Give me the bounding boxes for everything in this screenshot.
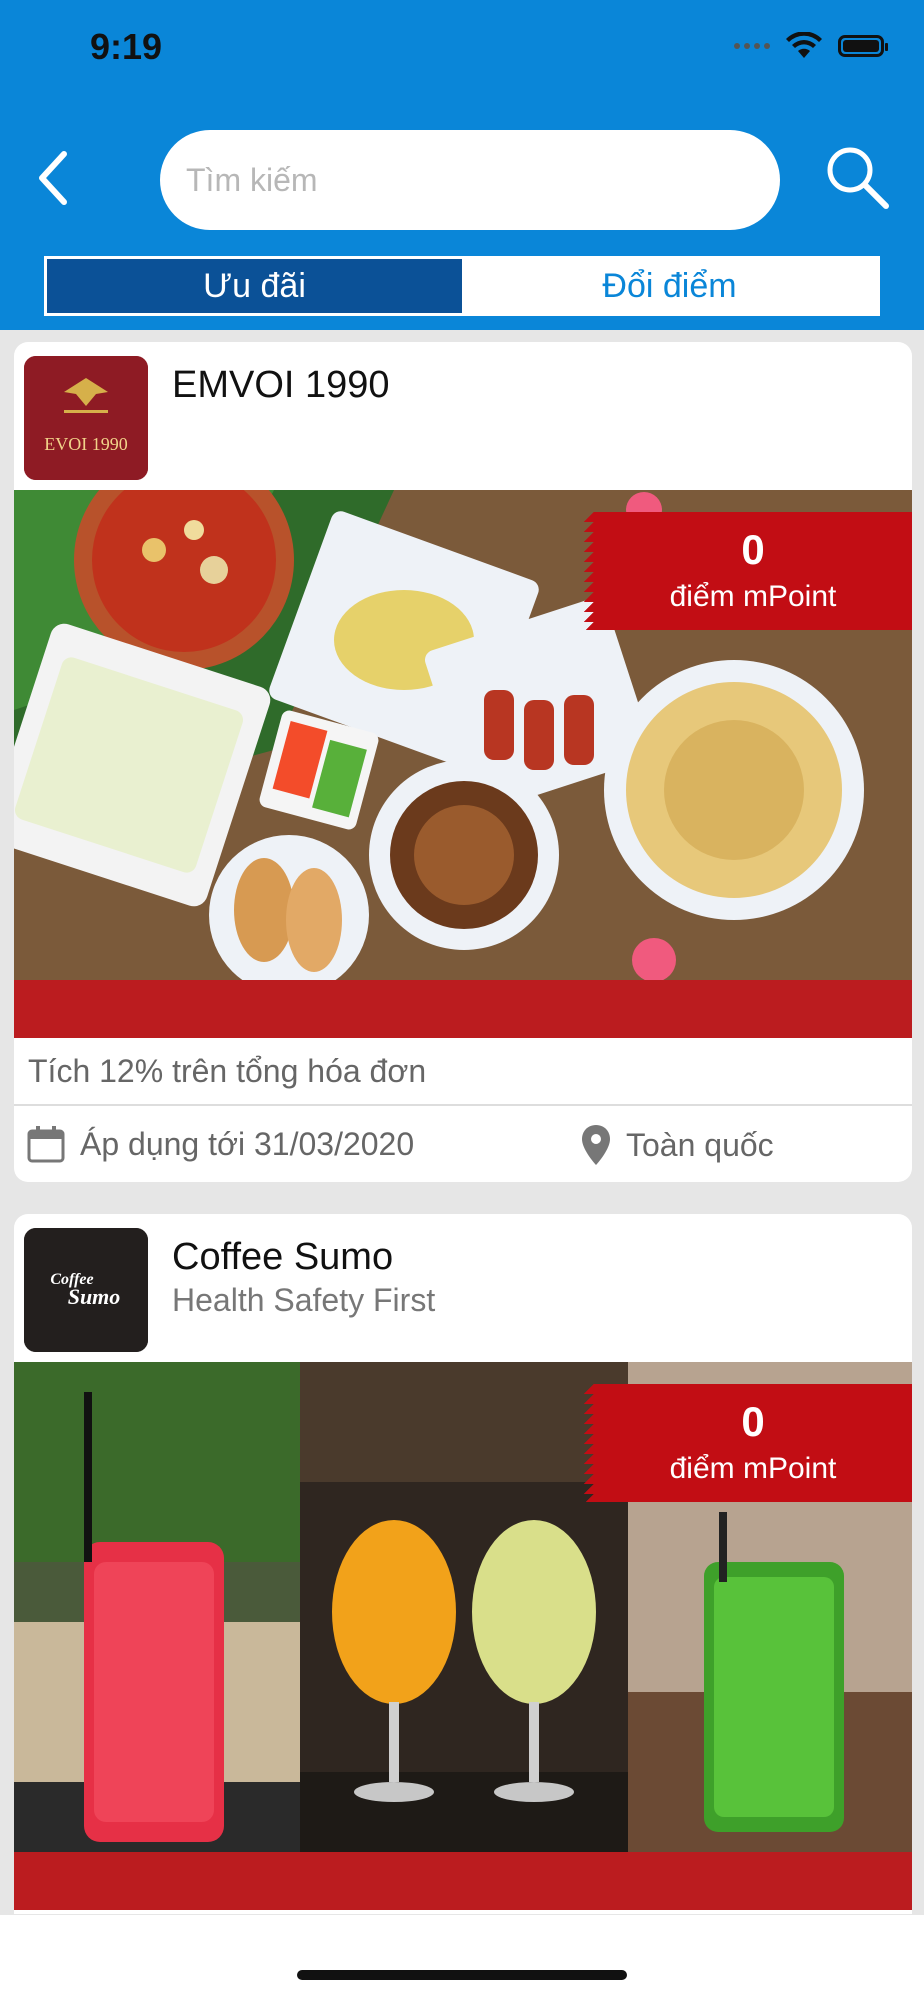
offer-card[interactable]: Coffee Sumo Coffee Sumo Health Safety Fi… [14,1214,912,1914]
brand-logo: EVOI 1990 [24,356,148,480]
logo-text: EVOI 1990 [44,434,128,454]
wifi-icon [786,32,822,58]
points-value: 0 [741,526,765,573]
offer-photo: 0 điểm mPoint [14,1362,912,1852]
meta-row: Áp dụng tới 31/03/2020 Toàn quốc [14,1106,912,1182]
tab-redeem-points[interactable]: Đổi điểm [462,259,877,313]
tab-offers[interactable]: Ưu đãi [47,259,462,313]
svg-text:Sumo: Sumo [68,1284,121,1309]
red-strip [14,1852,912,1910]
coffee-sumo-logo-image: Coffee Sumo [24,1228,148,1352]
home-indicator[interactable] [297,1970,627,1980]
valid-until-text: Áp dụng tới 31/03/2020 [80,1125,415,1162]
status-time: 9:19 [90,26,163,67]
bottom-safe-area [0,1915,924,2000]
emvoi-logo-image: EVOI 1990 [24,356,148,480]
location-pin-icon [582,1125,610,1165]
points-badge: 0 điểm mPoint [584,512,912,630]
red-strip [14,980,912,1038]
points-badge: 0 điểm mPoint [584,1384,912,1502]
card-header: Coffee Sumo Coffee Sumo Health Safety Fi… [14,1214,912,1362]
location-text: Toàn quốc [626,1126,774,1163]
brand-name: EMVOI 1990 [172,364,390,406]
location: Toàn quốc [580,1124,774,1166]
status-icons [734,32,888,60]
back-chevron-icon[interactable] [30,148,80,208]
points-value: 0 [741,1398,765,1445]
points-label: điểm mPoint [669,580,837,613]
brand-logo: Coffee Sumo [24,1228,148,1352]
offer-photo: 0 điểm mPoint [14,490,912,980]
deal-description: Tích 12% trên tổng hóa đơn [14,1038,912,1106]
points-label: điểm mPoint [669,1452,837,1485]
brand-name: Coffee Sumo [172,1236,394,1278]
card-header: EVOI 1990 EMVOI 1990 [14,342,912,490]
valid-until: Áp dụng tới 31/03/2020 [26,1124,414,1164]
brand-subtitle: Health Safety First [172,1282,436,1318]
offer-card[interactable]: EVOI 1990 EMVOI 1990 0 điểm mPoint Tích … [14,342,912,1182]
calendar-icon [27,1126,65,1163]
tab-bar: Ưu đãi Đổi điểm [44,256,880,316]
battery-icon [838,35,888,57]
search-input[interactable] [160,130,780,230]
search-icon[interactable] [822,142,892,212]
signal-icon [734,43,770,49]
app-header: 9:19 Ưu đãi Đổi điểm [0,0,924,330]
